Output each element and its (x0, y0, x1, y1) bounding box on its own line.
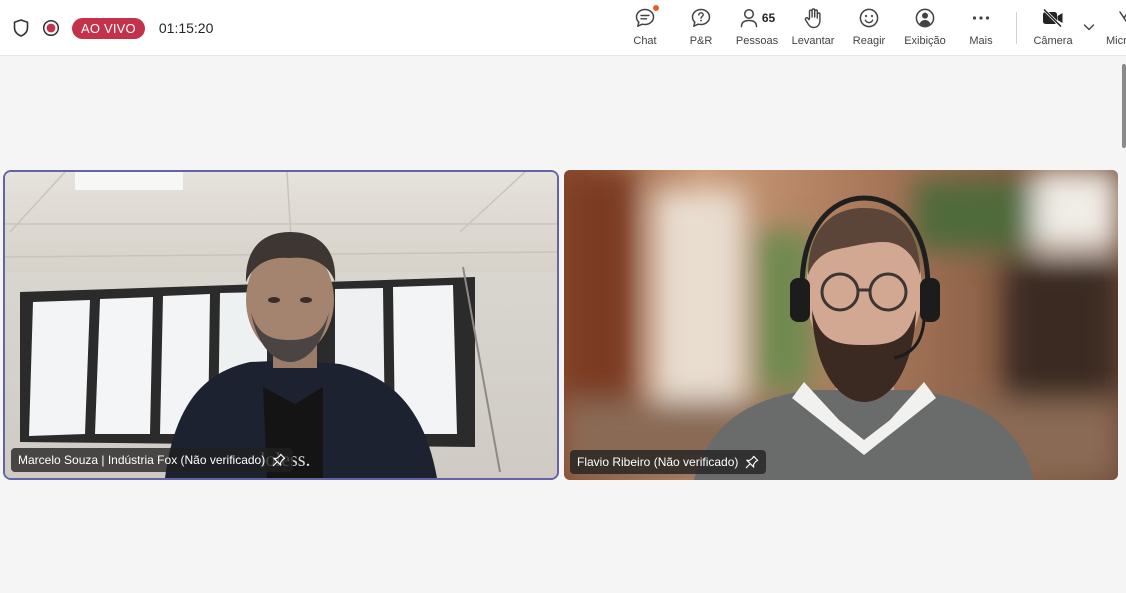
camera-label: Câmera (1033, 35, 1073, 47)
people-label: Pessoas (735, 35, 779, 47)
scrollbar-thumb[interactable] (1122, 64, 1126, 148)
live-badge: AO VIVO (72, 17, 145, 39)
smile-icon (858, 6, 880, 30)
shield-icon[interactable] (12, 19, 30, 37)
participant-name-tag: Marcelo Souza | Indústria Fox (Não verif… (11, 448, 294, 472)
view-label: Exibição (904, 35, 946, 47)
more-button[interactable]: Mais (953, 6, 1009, 52)
chat-button[interactable]: Chat (617, 5, 673, 52)
video-tile-active-speaker[interactable]: loless. Marcelo Souza | Indústria Fox (N… (5, 172, 557, 478)
chat-icon (634, 5, 659, 30)
chat-notification-dot (653, 5, 659, 11)
react-label: Reagir (852, 35, 886, 47)
video-tile[interactable]: Flavio Ribeiro (Não verificado) (564, 170, 1118, 480)
raise-hand-button[interactable]: Levantar (785, 6, 841, 52)
meeting-status: AO VIVO 01:15:20 (12, 14, 213, 42)
raise-hand-icon (802, 6, 824, 30)
participant-name-tag: Flavio Ribeiro (Não verificado) (570, 450, 767, 474)
qa-label: P&R (689, 35, 713, 47)
meeting-toolbar: AO VIVO 01:15:20 Chat P&R 65 Pessoas Lev… (0, 0, 1126, 56)
qa-icon (690, 6, 712, 30)
view-icon (914, 6, 936, 30)
people-count: 65 (761, 11, 776, 25)
pin-icon[interactable] (745, 455, 759, 469)
people-button[interactable]: 65 Pessoas (729, 6, 785, 52)
participant-video: loless. (5, 172, 557, 478)
pin-icon[interactable] (272, 453, 286, 467)
participant-video (564, 170, 1118, 480)
more-icon (970, 6, 992, 30)
qa-button[interactable]: P&R (673, 6, 729, 52)
meeting-timer: 01:15:20 (158, 20, 214, 36)
chevron-down-icon[interactable] (1082, 20, 1096, 34)
camera-button[interactable]: Câmera (1025, 6, 1081, 52)
raise-hand-label: Levantar (791, 35, 835, 47)
camera-off-icon (1041, 6, 1065, 30)
recording-icon (42, 19, 60, 37)
mic-button[interactable]: Micr (1104, 6, 1126, 52)
mic-off-icon (1114, 8, 1126, 35)
mic-label: Micr (1106, 35, 1126, 47)
more-label: Mais (969, 35, 993, 47)
participant-name: Flavio Ribeiro (Não verificado) (577, 455, 739, 469)
toolbar-divider (1016, 12, 1017, 44)
chat-label: Chat (633, 35, 657, 47)
participant-name: Marcelo Souza | Indústria Fox (Não verif… (18, 453, 266, 467)
view-button[interactable]: Exibição (897, 6, 953, 52)
people-icon: 65 (739, 6, 775, 30)
react-button[interactable]: Reagir (841, 6, 897, 52)
